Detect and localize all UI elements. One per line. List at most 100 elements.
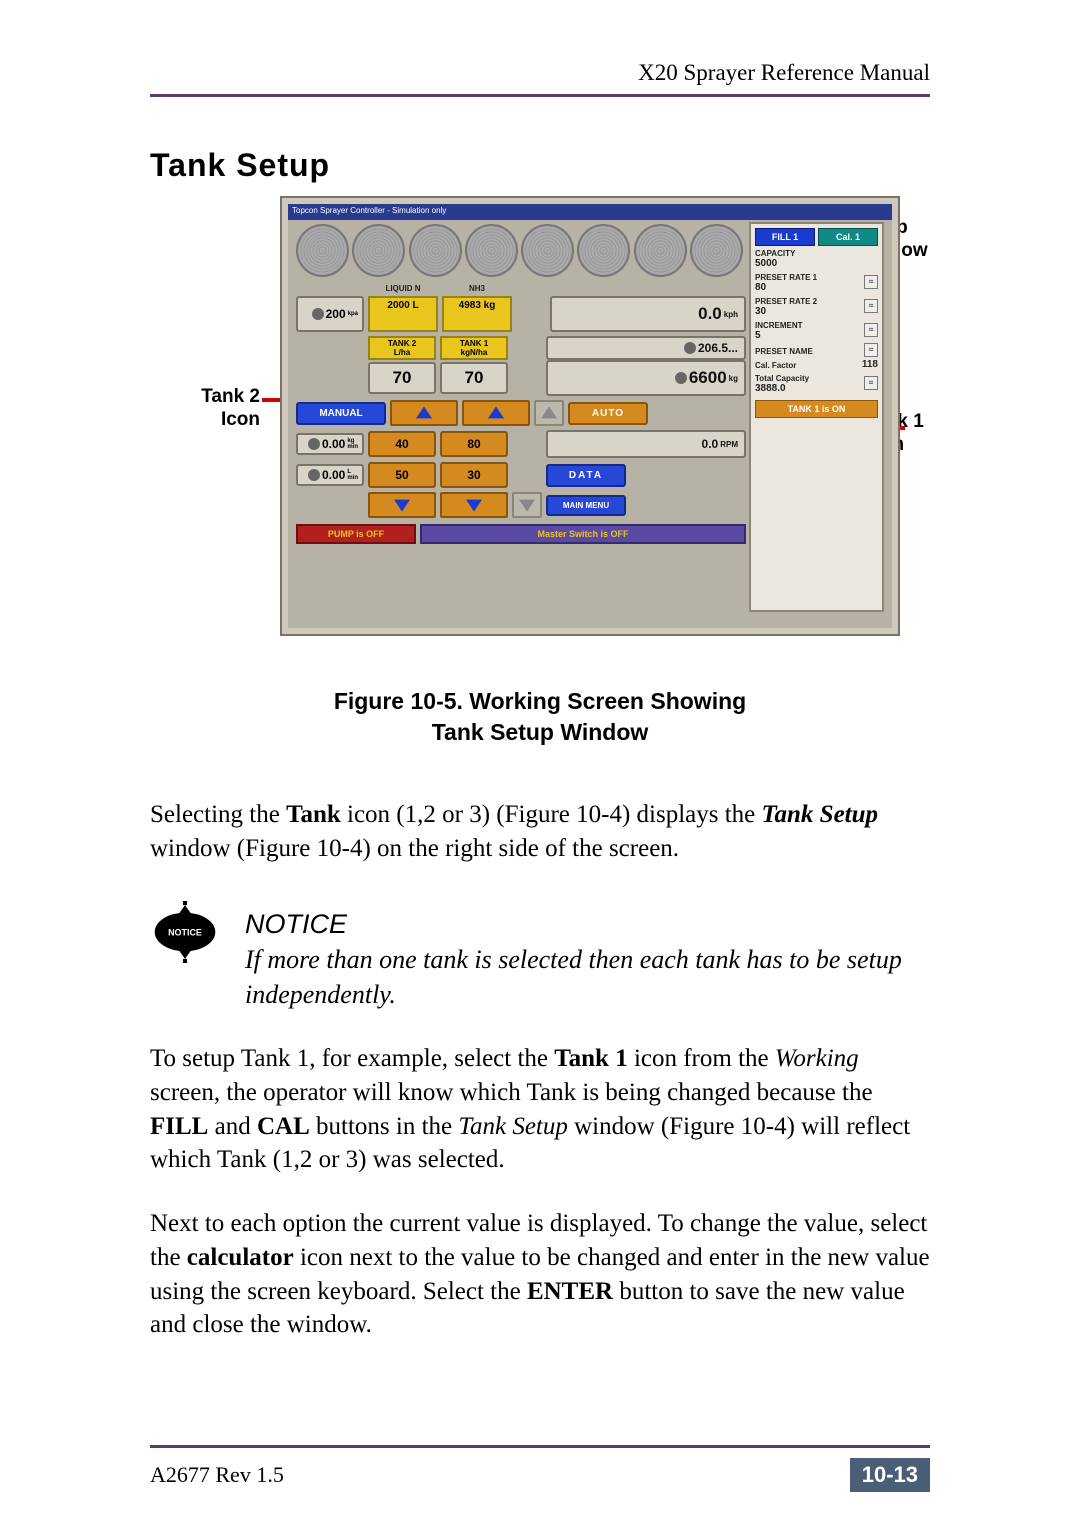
text: Figure 10-5. Working Screen Showing [334,688,746,714]
paragraph-1: Selecting the Tank icon (1,2 or 3) (Figu… [150,798,930,866]
increment-up-button[interactable] [462,400,530,426]
text: Working [775,1045,859,1072]
text: kgN/ha [461,348,488,357]
text: and [208,1113,257,1140]
text: ENTER [527,1278,613,1305]
auto-button[interactable]: AUTO [568,402,648,425]
tank1-value: 70 [440,362,508,394]
master-switch-status: Master Switch is OFF [420,524,746,544]
weight-readout: 6600 kg [546,360,746,396]
calculator-icon[interactable]: ⌗ [864,376,878,390]
preset-rate-2-value: 30 [755,306,817,317]
decrement-down-button[interactable] [440,492,508,518]
calculator-icon[interactable]: ⌗ [864,275,878,289]
unit: min [347,475,358,481]
gauge-icon [312,308,324,320]
value: 6600 [689,368,727,388]
manual-button[interactable]: MANUAL [296,402,386,425]
section-dial-icon[interactable] [690,224,743,277]
tank-setup-window: FILL 1 Cal. 1 CAPACITY 5000 PRESET RATE … [749,222,884,612]
value: 200 [326,307,346,321]
text: FILL [150,1113,208,1140]
section-dial-icon[interactable] [577,224,630,277]
capacity-value: 5000 [755,258,878,269]
text: Tank 1 [554,1045,627,1072]
header-doc-title: X20 Sprayer Reference Manual [150,60,930,86]
decrement-down-button[interactable] [368,492,436,518]
section-dial-icon[interactable] [352,224,405,277]
preset-value-button[interactable]: 50 [368,462,436,488]
column-header: NH3 [442,284,512,293]
section-dial-icon[interactable] [296,224,349,277]
text: CAL [257,1113,310,1140]
preset-value-button[interactable]: 30 [440,462,508,488]
paragraph-3: Next to each option the current value is… [150,1207,930,1342]
tank-2-tab[interactable]: TANK 2 L/ha [368,336,436,360]
data-button[interactable]: DATA [546,464,626,487]
section-dial-icon[interactable] [634,224,687,277]
text: L/ha [394,348,410,357]
text: icon from the [628,1045,775,1072]
text: calculator [187,1244,294,1271]
preset-rate-1-label: PRESET RATE 1 [755,273,817,282]
calculator-icon[interactable]: ⌗ [864,343,878,357]
page-number: 10-13 [850,1458,930,1492]
svg-text:NOTICE: NOTICE [168,927,202,937]
section-dial-icon[interactable] [409,224,462,277]
total-capacity-label: Total Capacity [755,374,809,383]
notice-text: NOTICE If more than one tank is selected… [245,906,930,1013]
tank2-value: 70 [368,362,436,394]
calculator-icon[interactable]: ⌗ [864,323,878,337]
rpm-readout: 0.0 RPM [546,430,746,458]
preset-rate-1-value: 80 [755,282,817,293]
value: 0.0 [702,437,719,451]
increment-up-button[interactable] [390,400,458,426]
increment-value: 5 [755,330,803,341]
figure-caption: Figure 10-5. Working Screen Showing Tank… [150,686,930,748]
rate-readout: 206.5... [546,336,746,360]
cal-factor-value: 118 [862,359,878,370]
increment-up-disabled-icon [534,400,564,426]
total-capacity-value: 3888.0 [755,383,809,394]
window-titlebar: Topcon Sprayer Controller - Simulation o… [288,204,892,220]
doc-revision: A2677 Rev 1.5 [150,1462,284,1488]
cal-factor-label: Cal. Factor [755,361,796,370]
capacity-label: CAPACITY [755,249,878,258]
tank-1-tab[interactable]: TANK 1 kgN/ha [440,336,508,360]
section-dials-row [296,224,743,277]
calculator-icon[interactable]: ⌗ [864,299,878,313]
unit: min [347,444,358,450]
unit: kph [724,310,738,319]
fill-button[interactable]: FILL 1 [755,228,815,246]
notice-icon: NOTICE [150,901,220,963]
preset-value-button[interactable]: 40 [368,431,436,457]
paragraph-2: To setup Tank 1, for example, select the… [150,1042,930,1177]
text: window (Figure 10-4) on the right side o… [150,835,679,862]
gauge-icon [684,342,696,354]
gauge-icon [675,372,687,384]
unit: RPM [720,440,738,449]
text: Tank Setup [458,1113,568,1140]
preset-value-button[interactable]: 80 [440,431,508,457]
value: 0.00 [322,468,345,482]
unit: kpa [348,311,358,317]
section-dial-icon[interactable] [521,224,574,277]
notice-heading: NOTICE [245,909,347,939]
text: icon (1,2 or 3) (Figure 10-4) displays t… [341,801,762,828]
speed-readout: 0.0 kph [550,296,746,332]
cal-button[interactable]: Cal. 1 [818,228,878,246]
text: Selecting the [150,801,286,828]
header-rule [150,94,930,97]
text: buttons in the [310,1113,459,1140]
main-menu-button[interactable]: MAIN MENU [546,495,626,516]
section-dial-icon[interactable] [465,224,518,277]
callout-tank2-icon: Tank 2 Icon [150,386,260,432]
nh3-value[interactable]: 4983 kg [442,296,512,332]
flow-kg-readout: 0.00 kgmin [296,433,364,455]
unit: kg [729,374,738,383]
liquid-n-value[interactable]: 2000 L [368,296,438,332]
section-title: Tank Setup [150,147,930,184]
tank-on-status[interactable]: TANK 1 is ON [755,400,878,418]
column-header: LIQUID N [368,284,438,293]
value: 206.5... [698,341,738,355]
